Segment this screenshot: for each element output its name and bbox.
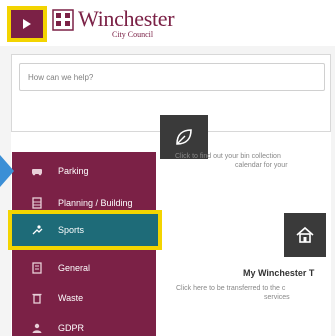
user-icon (30, 321, 44, 335)
document-icon (30, 261, 44, 275)
bin-text-line-1: Click to find out your bin collection (175, 153, 281, 160)
logo-subtitle: City Council (112, 30, 154, 39)
search-input[interactable]: How can we help? (19, 63, 325, 91)
sidebar-item-gdpr[interactable]: GDPR (12, 312, 156, 336)
pointer-arrow (0, 155, 14, 187)
sidebar-item-sports[interactable]: Sports (8, 210, 162, 250)
car-icon (30, 164, 44, 178)
sidebar-item-general[interactable]: General (12, 252, 156, 284)
bin-text-line-2: calendar for your (235, 162, 288, 169)
play-icon (23, 19, 31, 29)
sidebar-item-waste[interactable]: Waste (12, 282, 156, 314)
home-icon (296, 226, 314, 243)
menu-toggle-button[interactable] (7, 6, 47, 42)
sidebar-item-label: General (58, 263, 91, 273)
sidebar-item-label: Waste (58, 293, 84, 303)
sidebar-item-label: GDPR (58, 323, 85, 333)
sports-icon (30, 223, 44, 237)
sidebar-item-label: Planning / Building (58, 198, 133, 208)
header: Winchester City Council (0, 0, 335, 46)
my-winchester-card-desc: Click here to be transferred to the c (176, 285, 286, 292)
sidebar-item-parking[interactable]: Parking (12, 155, 156, 187)
sidebar-item-label: Sports (58, 225, 85, 235)
logo-name: Winchester (78, 6, 175, 31)
sidebar-item-label: Parking (58, 166, 89, 176)
building-icon (30, 196, 44, 210)
site-logo[interactable]: Winchester City Council (52, 6, 175, 39)
my-winchester-card-icon[interactable] (284, 213, 326, 257)
crest-icon (52, 9, 74, 31)
my-winchester-card-desc-2: services (264, 294, 290, 301)
leaf-icon (176, 129, 192, 145)
bin-collection-card-text: Click to find out your bin collection ca… (175, 152, 335, 170)
bin-icon (30, 291, 44, 305)
my-winchester-card-title[interactable]: My Winchester T (243, 268, 314, 278)
